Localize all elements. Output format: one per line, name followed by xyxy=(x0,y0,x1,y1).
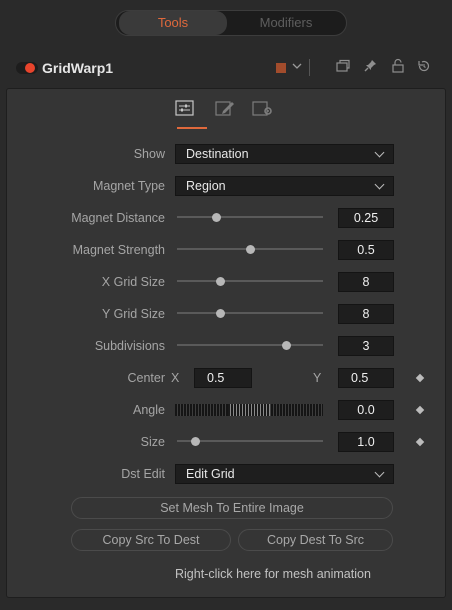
x-grid-size-input[interactable]: 8 xyxy=(338,272,394,292)
y-grid-size-input[interactable]: 8 xyxy=(338,304,394,324)
magnet-strength-label: Magnet Strength xyxy=(72,243,165,257)
center-y-input[interactable]: 0.5 xyxy=(338,368,394,388)
active-tab-indicator xyxy=(177,127,207,129)
magnet-type-value: Region xyxy=(186,179,226,193)
size-slider[interactable] xyxy=(177,436,323,446)
angle-label: Angle xyxy=(133,403,165,417)
lock-icon[interactable] xyxy=(389,57,407,77)
angle-input[interactable]: 0.0 xyxy=(338,400,394,420)
header-divider xyxy=(309,59,310,76)
pin-icon[interactable] xyxy=(362,57,380,77)
dst-edit-value: Edit Grid xyxy=(186,467,235,481)
y-grid-size-label: Y Grid Size xyxy=(102,307,165,321)
size-label: Size xyxy=(140,435,165,449)
x-grid-size-slider[interactable] xyxy=(177,276,323,286)
center-label: Center xyxy=(127,371,165,385)
slider-handle[interactable] xyxy=(216,276,226,286)
tool-tabs: Tools Modifiers xyxy=(115,10,347,36)
show-dropdown[interactable]: Destination xyxy=(175,144,394,164)
slider-handle[interactable] xyxy=(245,244,255,254)
copy-src-to-dest-button[interactable]: Copy Src To Dest xyxy=(71,529,231,551)
slider-handle[interactable] xyxy=(191,436,201,446)
y-grid-size-slider[interactable] xyxy=(177,308,323,318)
set-mesh-button[interactable]: Set Mesh To Entire Image xyxy=(71,497,393,519)
dst-edit-dropdown[interactable]: Edit Grid xyxy=(175,464,394,484)
keyframe-icon[interactable] xyxy=(415,405,425,415)
mesh-animation-hint[interactable]: Right-click here for mesh animation xyxy=(175,567,371,581)
x-grid-size-label: X Grid Size xyxy=(101,275,165,289)
dst-edit-label: Dst Edit xyxy=(121,467,165,481)
magnet-distance-label: Magnet Distance xyxy=(71,211,165,225)
center-x-input[interactable]: 0.5 xyxy=(194,368,252,388)
show-value: Destination xyxy=(186,147,249,161)
tool-name[interactable]: GridWarp1 xyxy=(42,60,113,76)
magnet-strength-slider[interactable] xyxy=(177,244,323,254)
size-input[interactable]: 1.0 xyxy=(338,432,394,452)
toggle-switch-icon[interactable] xyxy=(16,62,38,74)
magnet-distance-input[interactable]: 0.25 xyxy=(338,208,394,228)
slider-handle[interactable] xyxy=(211,212,221,222)
magnet-type-label: Magnet Type xyxy=(92,179,165,193)
color-dropdown-icon[interactable] xyxy=(292,58,302,77)
magnet-distance-slider[interactable] xyxy=(177,212,323,222)
center-y-label: Y xyxy=(313,371,322,385)
angle-thumbwheel[interactable] xyxy=(175,404,323,416)
magnet-type-dropdown[interactable]: Region xyxy=(175,176,394,196)
reset-icon[interactable] xyxy=(415,57,433,77)
keyframe-icon[interactable] xyxy=(415,373,425,383)
chevron-down-icon xyxy=(374,467,385,478)
inspector-panel: Show Destination Magnet Type Region Magn… xyxy=(6,88,446,598)
magnet-strength-input[interactable]: 0.5 xyxy=(338,240,394,260)
panel-tabs xyxy=(173,97,273,123)
tab-tools[interactable]: Tools xyxy=(119,11,227,35)
center-x-label: X xyxy=(171,371,180,385)
settings-edit-icon[interactable] xyxy=(213,99,237,119)
chevron-down-icon xyxy=(374,179,385,190)
keyframe-icon[interactable] xyxy=(415,437,425,447)
subdivisions-input[interactable]: 3 xyxy=(338,336,394,356)
slider-handle[interactable] xyxy=(282,340,291,350)
slider-handle[interactable] xyxy=(216,308,226,318)
show-label: Show xyxy=(133,147,165,161)
color-swatch[interactable] xyxy=(276,63,286,73)
subdivisions-label: Subdivisions xyxy=(94,339,165,353)
chevron-down-icon xyxy=(374,147,385,158)
controls-icon[interactable] xyxy=(173,99,197,119)
settings-gear-icon[interactable] xyxy=(251,99,275,119)
tool-header: GridWarp1 xyxy=(6,52,446,84)
copy-dest-to-src-button[interactable]: Copy Dest To Src xyxy=(238,529,393,551)
subdivisions-slider[interactable] xyxy=(177,340,323,350)
window-icon[interactable] xyxy=(334,57,352,77)
tab-modifiers[interactable]: Modifiers xyxy=(228,11,344,35)
